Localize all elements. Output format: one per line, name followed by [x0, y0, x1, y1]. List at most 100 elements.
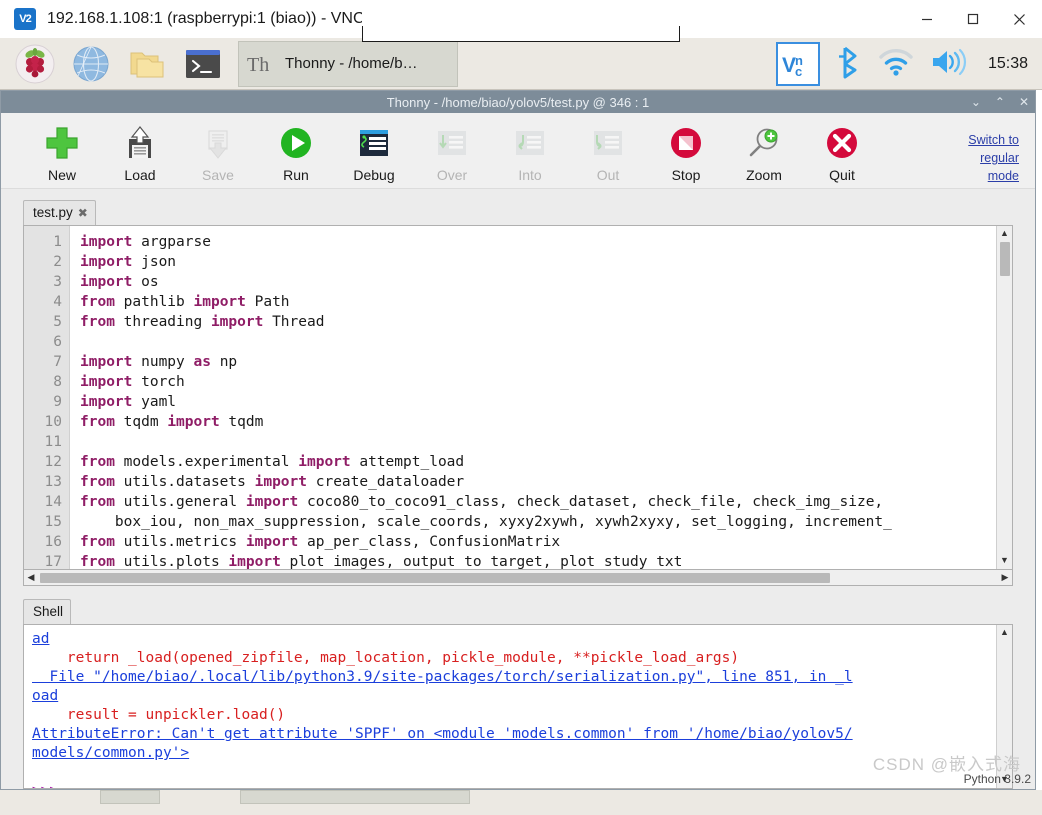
editor-tabbar: test.py ✖ [23, 197, 1013, 225]
toolbar-into-button[interactable]: Into [491, 123, 569, 183]
line-number: 4 [53, 294, 62, 310]
toolbar-stop-label: Stop [671, 167, 701, 183]
line-number: 6 [53, 334, 62, 350]
line-number: 14 [44, 494, 62, 510]
toolbar-save-label: Save [202, 167, 234, 183]
toolbar-debug-label: Debug [353, 167, 395, 183]
code-editor[interactable]: 1 2 3 4 5 6 7 8 9 10 11 12 13 14 15 16 17 import argpars… [23, 225, 1013, 570]
line-number: 16 [44, 534, 62, 550]
shell-vertical-scrollbar[interactable]: ▲ ▼ [996, 625, 1012, 788]
toolbar-run-button[interactable]: Run [257, 123, 335, 183]
taskbar-clock[interactable]: 15:38 [988, 55, 1028, 73]
scroll-right-arrow-icon[interactable]: ▶ [998, 572, 1012, 583]
quit-icon [824, 123, 860, 163]
toolbar-quit-button[interactable]: Quit [803, 123, 881, 183]
shell-tabbar: Shell [23, 596, 1013, 624]
thonny-titlebar: Thonny - /home/biao/yolov5/test.py @ 346… [1, 91, 1035, 113]
taskbar-window-list: Th Thonny - /home/b… [238, 40, 458, 87]
toolbar-new-label: New [47, 167, 76, 183]
svg-text:V: V [782, 54, 796, 77]
line-number: 5 [53, 314, 62, 330]
vnc-window-controls [904, 0, 1042, 38]
toolbar-zoom-label: Zoom [746, 167, 782, 183]
toolbar-new-button[interactable]: New [23, 123, 101, 183]
editor-tab-test-py[interactable]: test.py ✖ [23, 200, 96, 225]
shell-notebook: Shell ad return _load(opened_zipfile, ma… [23, 596, 1013, 789]
toolbar-stop-button[interactable]: Stop [647, 123, 725, 183]
line-number: 2 [53, 254, 62, 270]
toolbar-out-button[interactable]: Out [569, 123, 647, 183]
toolbar-out-label: Out [596, 167, 620, 183]
raspberry-icon [15, 44, 55, 83]
toolbar-zoom-button[interactable]: Zoom [725, 123, 803, 183]
toolbar-save-button[interactable]: Save [179, 123, 257, 183]
bottom-strip-button-2 [240, 790, 470, 804]
editor-notebook: test.py ✖ 1 2 3 4 5 6 7 8 9 10 11 12 13 14 15 16 17 impo… [23, 197, 1013, 570]
toolbar-run-label: Run [283, 167, 309, 183]
editor-horizontal-scrollbar[interactable]: ◀ ▶ [23, 570, 1013, 586]
shell-scroll-up-arrow-icon[interactable]: ▲ [1000, 625, 1009, 639]
close-icon [1013, 13, 1025, 25]
editor-vertical-scrollbar[interactable]: ▲ ▼ [996, 226, 1012, 569]
shell-console[interactable]: ad return _load(opened_zipfile, map_loca… [23, 624, 1013, 789]
thonny-window: Thonny - /home/biao/yolov5/test.py @ 346… [0, 90, 1036, 790]
line-number: 10 [44, 414, 62, 430]
thonny-minimize-button[interactable]: ⌄ [971, 96, 981, 108]
wifi-tray-button[interactable] [878, 47, 914, 82]
line-number: 9 [53, 394, 62, 410]
svg-text:c: c [795, 64, 802, 79]
volume-tray-button[interactable] [930, 47, 968, 82]
scrollbar-thumb[interactable] [1000, 242, 1010, 276]
stop-icon [668, 123, 704, 163]
wifi-icon [879, 48, 913, 76]
thonny-close-button[interactable]: ✕ [1019, 96, 1029, 108]
file-manager-button[interactable] [124, 41, 170, 87]
line-number: 1 [53, 234, 62, 250]
folder-icon [130, 52, 164, 77]
close-button[interactable] [996, 0, 1042, 38]
minimize-icon [922, 18, 932, 21]
thonny-maximize-button[interactable]: ⌃ [995, 96, 1005, 108]
vnc-tray-icon: V n c [782, 53, 803, 79]
vnc-server-tray-button[interactable]: V n c [775, 42, 820, 86]
raspberry-menu-button[interactable] [12, 41, 58, 87]
switch-to-regular-mode-link[interactable]: Switch to regular mode [949, 131, 1019, 185]
minimize-button[interactable] [904, 0, 950, 38]
taskbar-system-tray: V n c 15:38 [775, 38, 1034, 90]
thonny-toolbar: New Load Save Run Debug Over Into Out St… [1, 113, 1035, 189]
task-button-label: Thonny - /home/b… [285, 55, 418, 72]
thonny-icon: Th [247, 54, 269, 76]
toolbar-quit-label: Quit [829, 167, 855, 183]
toolbar-debug-button[interactable]: Debug [335, 123, 413, 183]
capture-overlay-upper [362, 0, 680, 27]
shell-tab[interactable]: Shell [23, 599, 72, 624]
bluetooth-tray-button[interactable] [836, 45, 862, 84]
web-browser-button[interactable] [68, 41, 114, 87]
vnc-viewer-window: V2 192.168.1.108:1 (raspberrypi:1 (biao)… [0, 0, 1042, 815]
scroll-up-arrow-icon[interactable]: ▲ [1000, 226, 1009, 240]
step-out-icon [590, 123, 626, 163]
close-icon[interactable]: ✖ [78, 206, 88, 220]
line-number: 11 [44, 434, 62, 450]
scroll-left-arrow-icon[interactable]: ◀ [24, 572, 38, 583]
vnc-logo-icon: V2 [14, 7, 36, 30]
code-text-area[interactable]: import argparse import json import os fr… [70, 226, 996, 569]
load-icon [122, 123, 158, 163]
new-icon [44, 123, 80, 163]
toolbar-over-label: Over [436, 167, 468, 183]
toolbar-load-button[interactable]: Load [101, 123, 179, 183]
raspberry-pi-taskbar: Th Thonny - /home/b… V n c 15:38 [0, 38, 1042, 90]
line-number: 15 [44, 514, 62, 530]
hscrollbar-thumb[interactable] [40, 572, 830, 583]
desktop-bottom-strip [0, 790, 1042, 815]
step-over-icon [434, 123, 470, 163]
terminal-icon [186, 49, 220, 78]
toolbar-over-button[interactable]: Over [413, 123, 491, 183]
scroll-down-arrow-icon[interactable]: ▼ [1000, 553, 1009, 567]
maximize-button[interactable] [950, 0, 996, 38]
globe-icon [73, 45, 109, 82]
task-button-thonny[interactable]: Th Thonny - /home/b… [238, 40, 458, 87]
line-number: 8 [53, 374, 62, 390]
shell-output[interactable]: ad return _load(opened_zipfile, map_loca… [24, 625, 996, 788]
terminal-button[interactable] [180, 41, 226, 87]
